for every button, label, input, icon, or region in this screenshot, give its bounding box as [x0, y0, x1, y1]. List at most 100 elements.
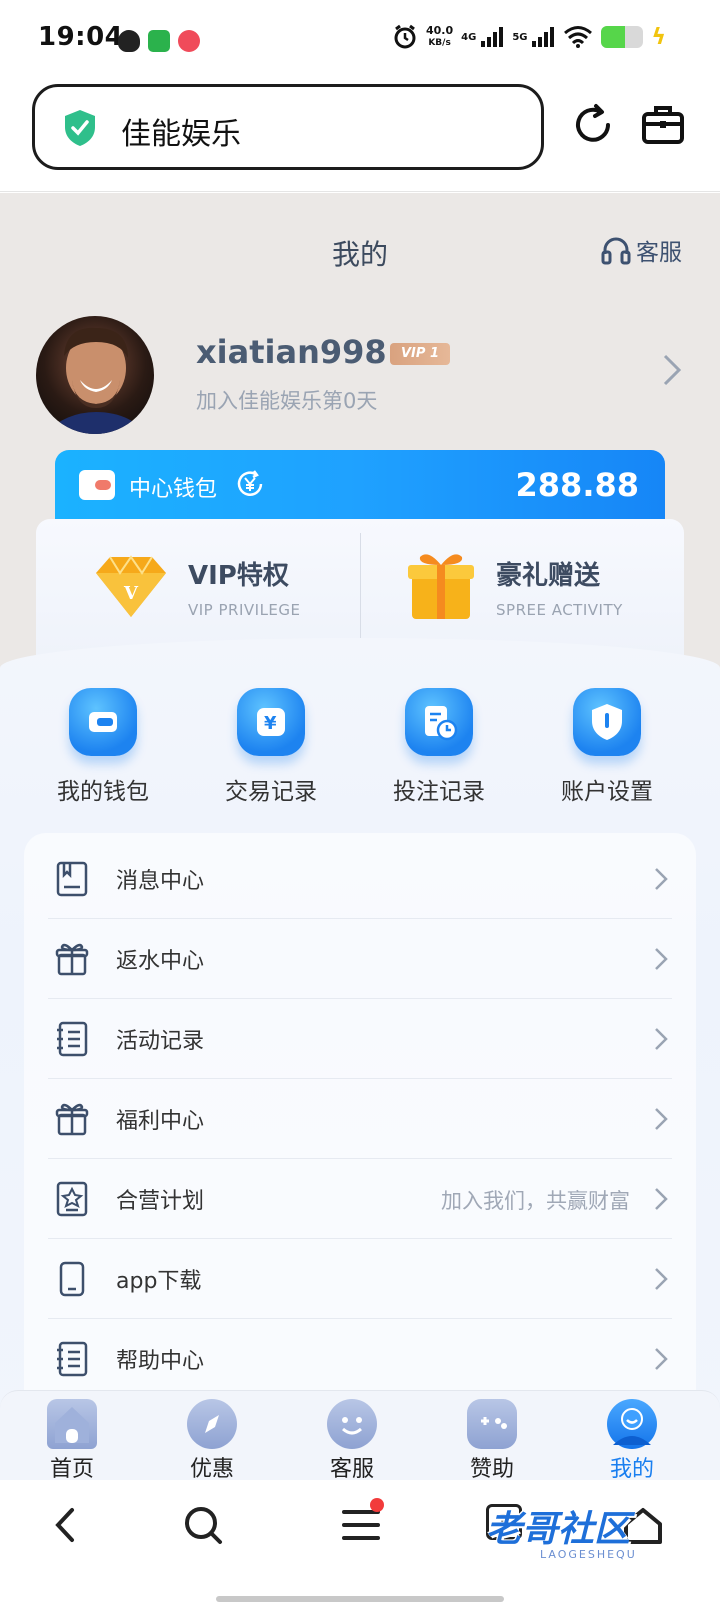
username: xiatian998 — [196, 333, 387, 371]
chevron-right-icon — [655, 868, 668, 890]
chevron-right-icon — [655, 1348, 668, 1370]
shield-icon — [573, 688, 641, 756]
list-item-label: 活动记录 — [116, 1029, 205, 1054]
profile-page: 我的 客服 xiatian998 VIP 1 加入佳能娱乐第0天 中心钱包 28… — [0, 193, 720, 1425]
battery-icon — [601, 26, 644, 48]
watermark-logo: 老哥社区 — [486, 1509, 631, 1550]
avatar-portrait — [44, 327, 148, 434]
home-icon — [47, 1399, 97, 1449]
toolbox-icon[interactable] — [640, 102, 686, 148]
tab-sponsor[interactable]: 赞助 — [442, 1399, 542, 1483]
list-item-rebate[interactable]: 返水中心 — [48, 919, 672, 999]
watermark-subtitle: LAOGESHEQU — [540, 1548, 637, 1561]
gift-icon — [55, 943, 89, 976]
center-wallet-bar[interactable]: 中心钱包 288.88 — [55, 450, 665, 528]
address-bar-title: 佳能娱乐 — [121, 117, 241, 152]
svg-text:V: V — [123, 583, 139, 604]
gift-activity-title: 豪礼赠送 — [496, 561, 601, 591]
reload-icon[interactable] — [570, 102, 616, 148]
partnership-hint: 加入我们，共赢财富 — [441, 1189, 630, 1213]
gesture-handle[interactable] — [216, 1596, 504, 1602]
net-speed: 40.0 KB/s — [426, 25, 453, 49]
chevron-right-icon — [655, 1188, 668, 1210]
customer-service-label: 客服 — [636, 240, 682, 266]
signal-label-2: 5G — [512, 31, 528, 43]
net-speed-value: 40.0 — [426, 24, 454, 37]
list-item-label: 福利中心 — [116, 1109, 205, 1134]
quick-action-label: 交易记录 — [225, 779, 317, 805]
list-item-label: app下载 — [116, 1269, 202, 1294]
app-root: 19:04 40.0 KB/s 4G 5G ϟ 佳能娱乐 我的 客服 xiati… — [0, 0, 720, 1608]
quick-action-label: 账户设置 — [561, 779, 653, 805]
quick-action-label: 我的钱包 — [57, 779, 149, 805]
chevron-right-icon — [655, 1028, 668, 1050]
chevron-right-icon — [655, 1268, 668, 1290]
list-item-help[interactable]: 帮助中心 — [48, 1319, 672, 1399]
list-item-app-download[interactable]: app下载 — [48, 1239, 672, 1319]
currency-refresh-icon[interactable] — [235, 469, 265, 499]
star-card-icon — [56, 1181, 88, 1217]
wifi-icon — [564, 26, 593, 48]
browser-toolbar: 佳能娱乐 — [0, 80, 720, 192]
list-item-activity-records[interactable]: 活动记录 — [48, 999, 672, 1079]
gift-activity-subtitle: SPREE ACTIVITY — [496, 601, 623, 619]
vip-level-badge: VIP 1 — [390, 343, 450, 365]
list-item-welfare[interactable]: 福利中心 — [48, 1079, 672, 1159]
headset-icon — [601, 237, 631, 265]
wallet-card-icon — [79, 470, 115, 500]
join-days-text: 加入佳能娱乐第0天 — [196, 389, 378, 413]
status-bar: 19:04 40.0 KB/s 4G 5G ϟ — [0, 0, 720, 80]
qq-icon — [118, 30, 140, 52]
yen-icon: ¥ — [237, 688, 305, 756]
user-icon — [607, 1399, 657, 1449]
address-bar[interactable]: 佳能娱乐 — [32, 84, 544, 170]
bet-record-icon — [405, 688, 473, 756]
gift-box-icon — [408, 554, 474, 619]
chevron-right-icon[interactable] — [662, 353, 682, 387]
notification-dot — [370, 1498, 384, 1512]
chevron-right-icon — [655, 1108, 668, 1130]
smile-icon — [327, 1399, 377, 1449]
back-icon[interactable] — [44, 1502, 90, 1548]
net-speed-unit: KB/s — [428, 38, 451, 48]
signal-bars-icon — [532, 27, 555, 47]
list-item-partnership[interactable]: 合营计划 加入我们，共赢财富 — [48, 1159, 672, 1239]
diamond-icon: V — [96, 555, 166, 617]
quick-action-bets[interactable]: 投注记录 — [364, 688, 514, 806]
list-item-label: 合营计划 — [116, 1189, 205, 1214]
message-icon — [56, 861, 88, 897]
wallet-icon — [69, 688, 137, 756]
status-right: 40.0 KB/s 4G 5G ϟ — [392, 24, 666, 50]
tab-label: 首页 — [49, 1457, 94, 1482]
wallet-amount: 288.88 — [515, 466, 639, 504]
list-item-messages[interactable]: 消息中心 — [48, 839, 672, 919]
quick-action-transactions[interactable]: ¥ 交易记录 — [196, 688, 346, 806]
tab-label: 客服 — [329, 1457, 374, 1482]
avatar[interactable] — [36, 316, 154, 434]
list-item-label: 返水中心 — [116, 949, 205, 974]
quick-action-wallet[interactable]: 我的钱包 — [28, 688, 178, 806]
task-check-icon — [148, 30, 170, 52]
tab-service[interactable]: 客服 — [302, 1399, 402, 1483]
list-item-label: 消息中心 — [116, 869, 205, 894]
tab-home[interactable]: 首页 — [22, 1399, 122, 1483]
list-item-label: 帮助中心 — [116, 1349, 205, 1374]
tab-mine[interactable]: 我的 — [582, 1399, 682, 1483]
vip-privilege-subtitle: VIP PRIVILEGE — [188, 601, 301, 619]
secure-shield-icon — [65, 110, 95, 146]
quick-action-label: 投注记录 — [393, 779, 485, 805]
charging-icon: ϟ — [651, 24, 666, 50]
bottom-tab-bar: 首页 优惠 客服 赞助 我的 — [0, 1390, 720, 1483]
wallet-label: 中心钱包 — [129, 477, 218, 502]
gift-icon — [55, 1103, 89, 1136]
battery-level — [601, 26, 625, 48]
vip-privilege-title: VIP特权 — [188, 561, 289, 591]
status-time: 19:04 — [38, 22, 124, 52]
customer-service-link[interactable]: 客服 — [600, 233, 682, 267]
tab-label: 赞助 — [469, 1457, 514, 1482]
search-icon[interactable] — [180, 1502, 226, 1548]
tab-promotions[interactable]: 优惠 — [162, 1399, 262, 1483]
quick-action-settings[interactable]: 账户设置 — [532, 688, 682, 806]
alarm-icon — [394, 24, 416, 49]
menu-list: 消息中心 返水中心 活动记录 福利中心 合营计划 加入我们，共赢财富 app下载… — [24, 833, 696, 1425]
